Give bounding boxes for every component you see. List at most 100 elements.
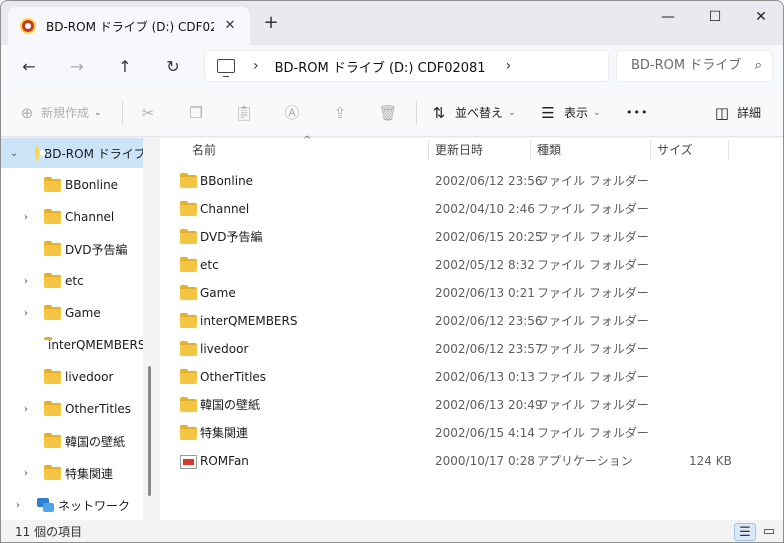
- file-size: [689, 307, 722, 335]
- column-header-modified[interactable]: 更新日時: [435, 138, 483, 162]
- forward-button[interactable]: →: [63, 53, 91, 81]
- file-type: ファイル フォルダー: [537, 426, 649, 440]
- column-header-name[interactable]: 名前: [192, 138, 216, 162]
- refresh-button[interactable]: ↻: [159, 53, 187, 81]
- sidebar-item-label: ネットワーク: [58, 498, 131, 513]
- table-row[interactable]: etc 2002/05/12 8:32 ファイル フォルダー: [160, 251, 760, 279]
- file-modified: 2002/06/12 23:57: [435, 342, 543, 356]
- rename-button[interactable]: Ⓐ: [282, 101, 302, 125]
- table-row[interactable]: interQMEMBERS 2002/06/12 23:56 ファイル フォルダ…: [160, 307, 760, 335]
- chevron-right-icon[interactable]: ›: [21, 404, 31, 415]
- folder-icon: [180, 173, 197, 188]
- large-icons-view-button[interactable]: ▭: [758, 523, 780, 541]
- sidebar-scrollbar[interactable]: [148, 366, 151, 496]
- sidebar-item-interqmembers[interactable]: interQMEMBERS: [1, 330, 143, 360]
- sidebar-item-label: Game: [65, 306, 101, 320]
- close-tab-icon[interactable]: ✕: [222, 18, 238, 34]
- application-icon: [180, 455, 197, 469]
- chevron-right-icon[interactable]: ›: [21, 468, 31, 479]
- sidebar-item-korean-wallpaper[interactable]: 韓国の壁紙: [1, 426, 143, 456]
- table-row[interactable]: 特集関連 2002/06/15 4:14 ファイル フォルダー: [160, 419, 760, 447]
- sidebar-item-bd-rom[interactable]: ⌄ BD-ROM ドライブ: [1, 138, 143, 168]
- column-header-type[interactable]: 種類: [537, 138, 561, 162]
- file-size: [689, 195, 722, 223]
- up-button[interactable]: ↑: [111, 53, 139, 81]
- sidebar-item-bbonline[interactable]: BBonline: [1, 170, 143, 200]
- new-tab-button[interactable]: +: [261, 13, 281, 33]
- table-row[interactable]: ROMFan 2000/10/17 0:28 アプリケーション 124 KB: [160, 447, 760, 475]
- share-icon: ⇪: [333, 104, 347, 122]
- details-view-button[interactable]: ☰: [734, 523, 756, 541]
- table-row[interactable]: BBonline 2002/06/12 23:56 ファイル フォルダー: [160, 167, 760, 195]
- table-row[interactable]: Game 2002/06/13 0:21 ファイル フォルダー: [160, 279, 760, 307]
- breadcrumb-separator-icon[interactable]: ›: [253, 58, 259, 74]
- column-header-size[interactable]: サイズ: [657, 138, 693, 162]
- folder-icon: [44, 400, 61, 416]
- chevron-right-icon[interactable]: ›: [21, 212, 31, 223]
- copy-button[interactable]: ❐: [186, 101, 206, 125]
- new-button[interactable]: ⊕ 新規作成 ⌄: [17, 101, 102, 125]
- network-icon: [37, 498, 54, 512]
- chevron-right-icon[interactable]: ›: [13, 500, 23, 511]
- sidebar-item-othertitles[interactable]: › OtherTitles: [1, 394, 143, 424]
- file-type: ファイル フォルダー: [537, 398, 649, 412]
- sidebar-item-network[interactable]: › ネットワーク: [1, 490, 143, 520]
- sidebar-item-channel[interactable]: › Channel: [1, 202, 143, 232]
- sidebar-item-game[interactable]: › Game: [1, 298, 143, 328]
- search-input[interactable]: BD-ROM ドライブ ⌕: [616, 50, 773, 82]
- folder-icon: [180, 397, 197, 412]
- chevron-down-icon[interactable]: ⌄: [9, 148, 19, 159]
- column-divider[interactable]: [530, 140, 531, 160]
- folder-icon: [180, 425, 197, 440]
- sidebar-item-features[interactable]: › 特集関連: [1, 458, 143, 488]
- file-modified: 2002/06/15 20:25: [435, 230, 543, 244]
- table-row[interactable]: 韓国の壁紙 2002/06/13 20:49 ファイル フォルダー: [160, 391, 760, 419]
- view-button[interactable]: ☰ 表示 ⌄: [538, 101, 600, 125]
- sidebar-item-etc[interactable]: › etc: [1, 266, 143, 296]
- chevron-right-icon[interactable]: ›: [21, 276, 31, 287]
- sidebar-item-dvd[interactable]: DVD予告編: [1, 234, 143, 264]
- minimize-button[interactable]: —: [646, 3, 690, 31]
- column-divider[interactable]: [728, 140, 729, 160]
- breadcrumb-current[interactable]: BD-ROM ドライブ (D:) CDF02081: [275, 57, 486, 76]
- paste-button[interactable]: 📋︎: [234, 101, 254, 125]
- this-pc-icon[interactable]: [217, 59, 235, 77]
- file-type: ファイル フォルダー: [537, 286, 649, 300]
- delete-button[interactable]: 🗑︎: [378, 101, 398, 125]
- file-modified: 2002/06/12 23:56: [435, 314, 543, 328]
- more-options-button[interactable]: •••: [626, 101, 648, 125]
- sidebar-item-livedoor[interactable]: livedoor: [1, 362, 143, 392]
- folder-icon: [44, 240, 61, 256]
- cut-button[interactable]: ✂: [138, 101, 158, 125]
- sidebar-item-label: BD-ROM ドライブ: [44, 146, 143, 161]
- maximize-button[interactable]: ☐: [693, 3, 737, 31]
- sidebar-item-label: 韓国の壁紙: [65, 434, 126, 449]
- details-label: 詳細: [737, 106, 762, 120]
- view-list-icon: ☰: [541, 104, 555, 122]
- close-window-button[interactable]: ✕: [739, 3, 783, 31]
- chevron-right-icon[interactable]: ›: [21, 308, 31, 319]
- tab-active[interactable]: BD-ROM ドライブ (D:) CDF02081 ✕: [8, 7, 250, 45]
- back-button[interactable]: ←: [15, 53, 43, 81]
- share-button[interactable]: ⇪: [330, 101, 350, 125]
- address-bar[interactable]: › BD-ROM ドライブ (D:) CDF02081 ›: [204, 50, 609, 82]
- clipboard-icon: 📋︎: [234, 104, 254, 122]
- folder-icon: [44, 432, 61, 448]
- table-row[interactable]: Channel 2002/04/10 2:46 ファイル フォルダー: [160, 195, 760, 223]
- table-row[interactable]: OtherTitles 2002/06/13 0:13 ファイル フォルダー: [160, 363, 760, 391]
- sort-button[interactable]: ⇅ 並べ替え ⌄: [429, 101, 516, 125]
- file-modified: 2002/06/12 23:56: [435, 174, 543, 188]
- details-pane-button[interactable]: ◫ 詳細: [712, 101, 761, 125]
- folder-icon: [180, 229, 197, 244]
- file-list: ^ 名前 更新日時 種類 サイズ BBonline 2002/06/12 23:…: [160, 135, 783, 520]
- sidebar-item-label: BBonline: [65, 178, 119, 192]
- breadcrumb-chevron-icon[interactable]: ›: [506, 58, 512, 74]
- sidebar-item-label: OtherTitles: [65, 402, 132, 416]
- bd-rom-drive-icon: [20, 18, 36, 34]
- table-row[interactable]: livedoor 2002/06/12 23:57 ファイル フォルダー: [160, 335, 760, 363]
- folder-icon: [44, 272, 61, 288]
- column-divider[interactable]: [650, 140, 651, 160]
- file-modified: 2002/05/12 8:32: [435, 258, 535, 272]
- table-row[interactable]: DVD予告編 2002/06/15 20:25 ファイル フォルダー: [160, 223, 760, 251]
- column-divider[interactable]: [428, 140, 429, 160]
